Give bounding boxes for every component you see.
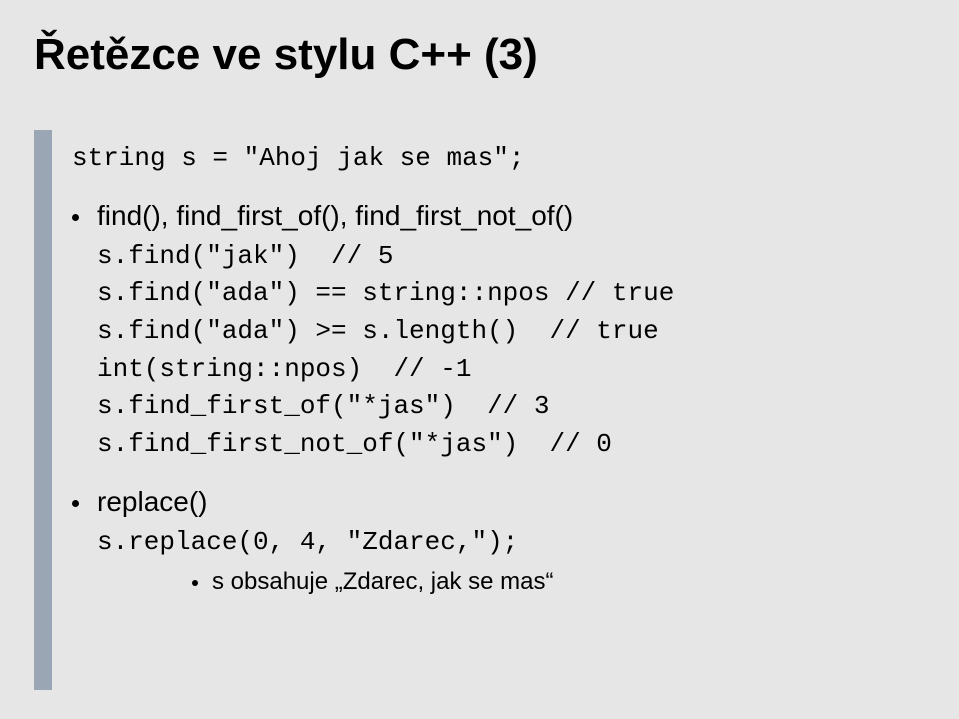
code-declaration: string s = "Ahoj jak se mas"; [72,140,922,178]
code-line: s.find("jak") // 5 [97,238,922,276]
bullet-dot-icon [72,500,79,507]
slide-title: Řetězce ve stylu C++ (3) [34,30,538,80]
code-line: s.find_first_of("*jas") // 3 [97,388,922,426]
bullet-replace-label: replace() [97,486,207,518]
sub-bullet-text: s obsahuje „Zdarec, jak se mas“ [212,568,553,596]
slide-content: string s = "Ahoj jak se mas"; find(), fi… [72,140,922,596]
code-line: int(string::npos) // -1 [97,351,922,389]
code-line: s.find("ada") >= s.length() // true [97,313,922,351]
bullet-replace: replace() [72,486,922,518]
code-block-find: s.find("jak") // 5 s.find("ada") == stri… [97,238,922,464]
bullet-find-label: find(), find_first_of(), find_first_not_… [97,200,573,232]
bullet-find: find(), find_first_of(), find_first_not_… [72,200,922,232]
code-block-replace: s.replace(0, 4, "Zdarec,"); [97,524,922,562]
bullet-dot-icon [72,214,79,221]
slide: Řetězce ve stylu C++ (3) string s = "Aho… [0,0,959,719]
code-line: s.find("ada") == string::npos // true [97,275,922,313]
accent-bar [34,130,52,690]
bullet-dot-icon [192,580,198,586]
sub-bullet: s obsahuje „Zdarec, jak se mas“ [192,568,922,596]
code-line: s.replace(0, 4, "Zdarec,"); [97,524,922,562]
code-line: s.find_first_not_of("*jas") // 0 [97,426,922,464]
